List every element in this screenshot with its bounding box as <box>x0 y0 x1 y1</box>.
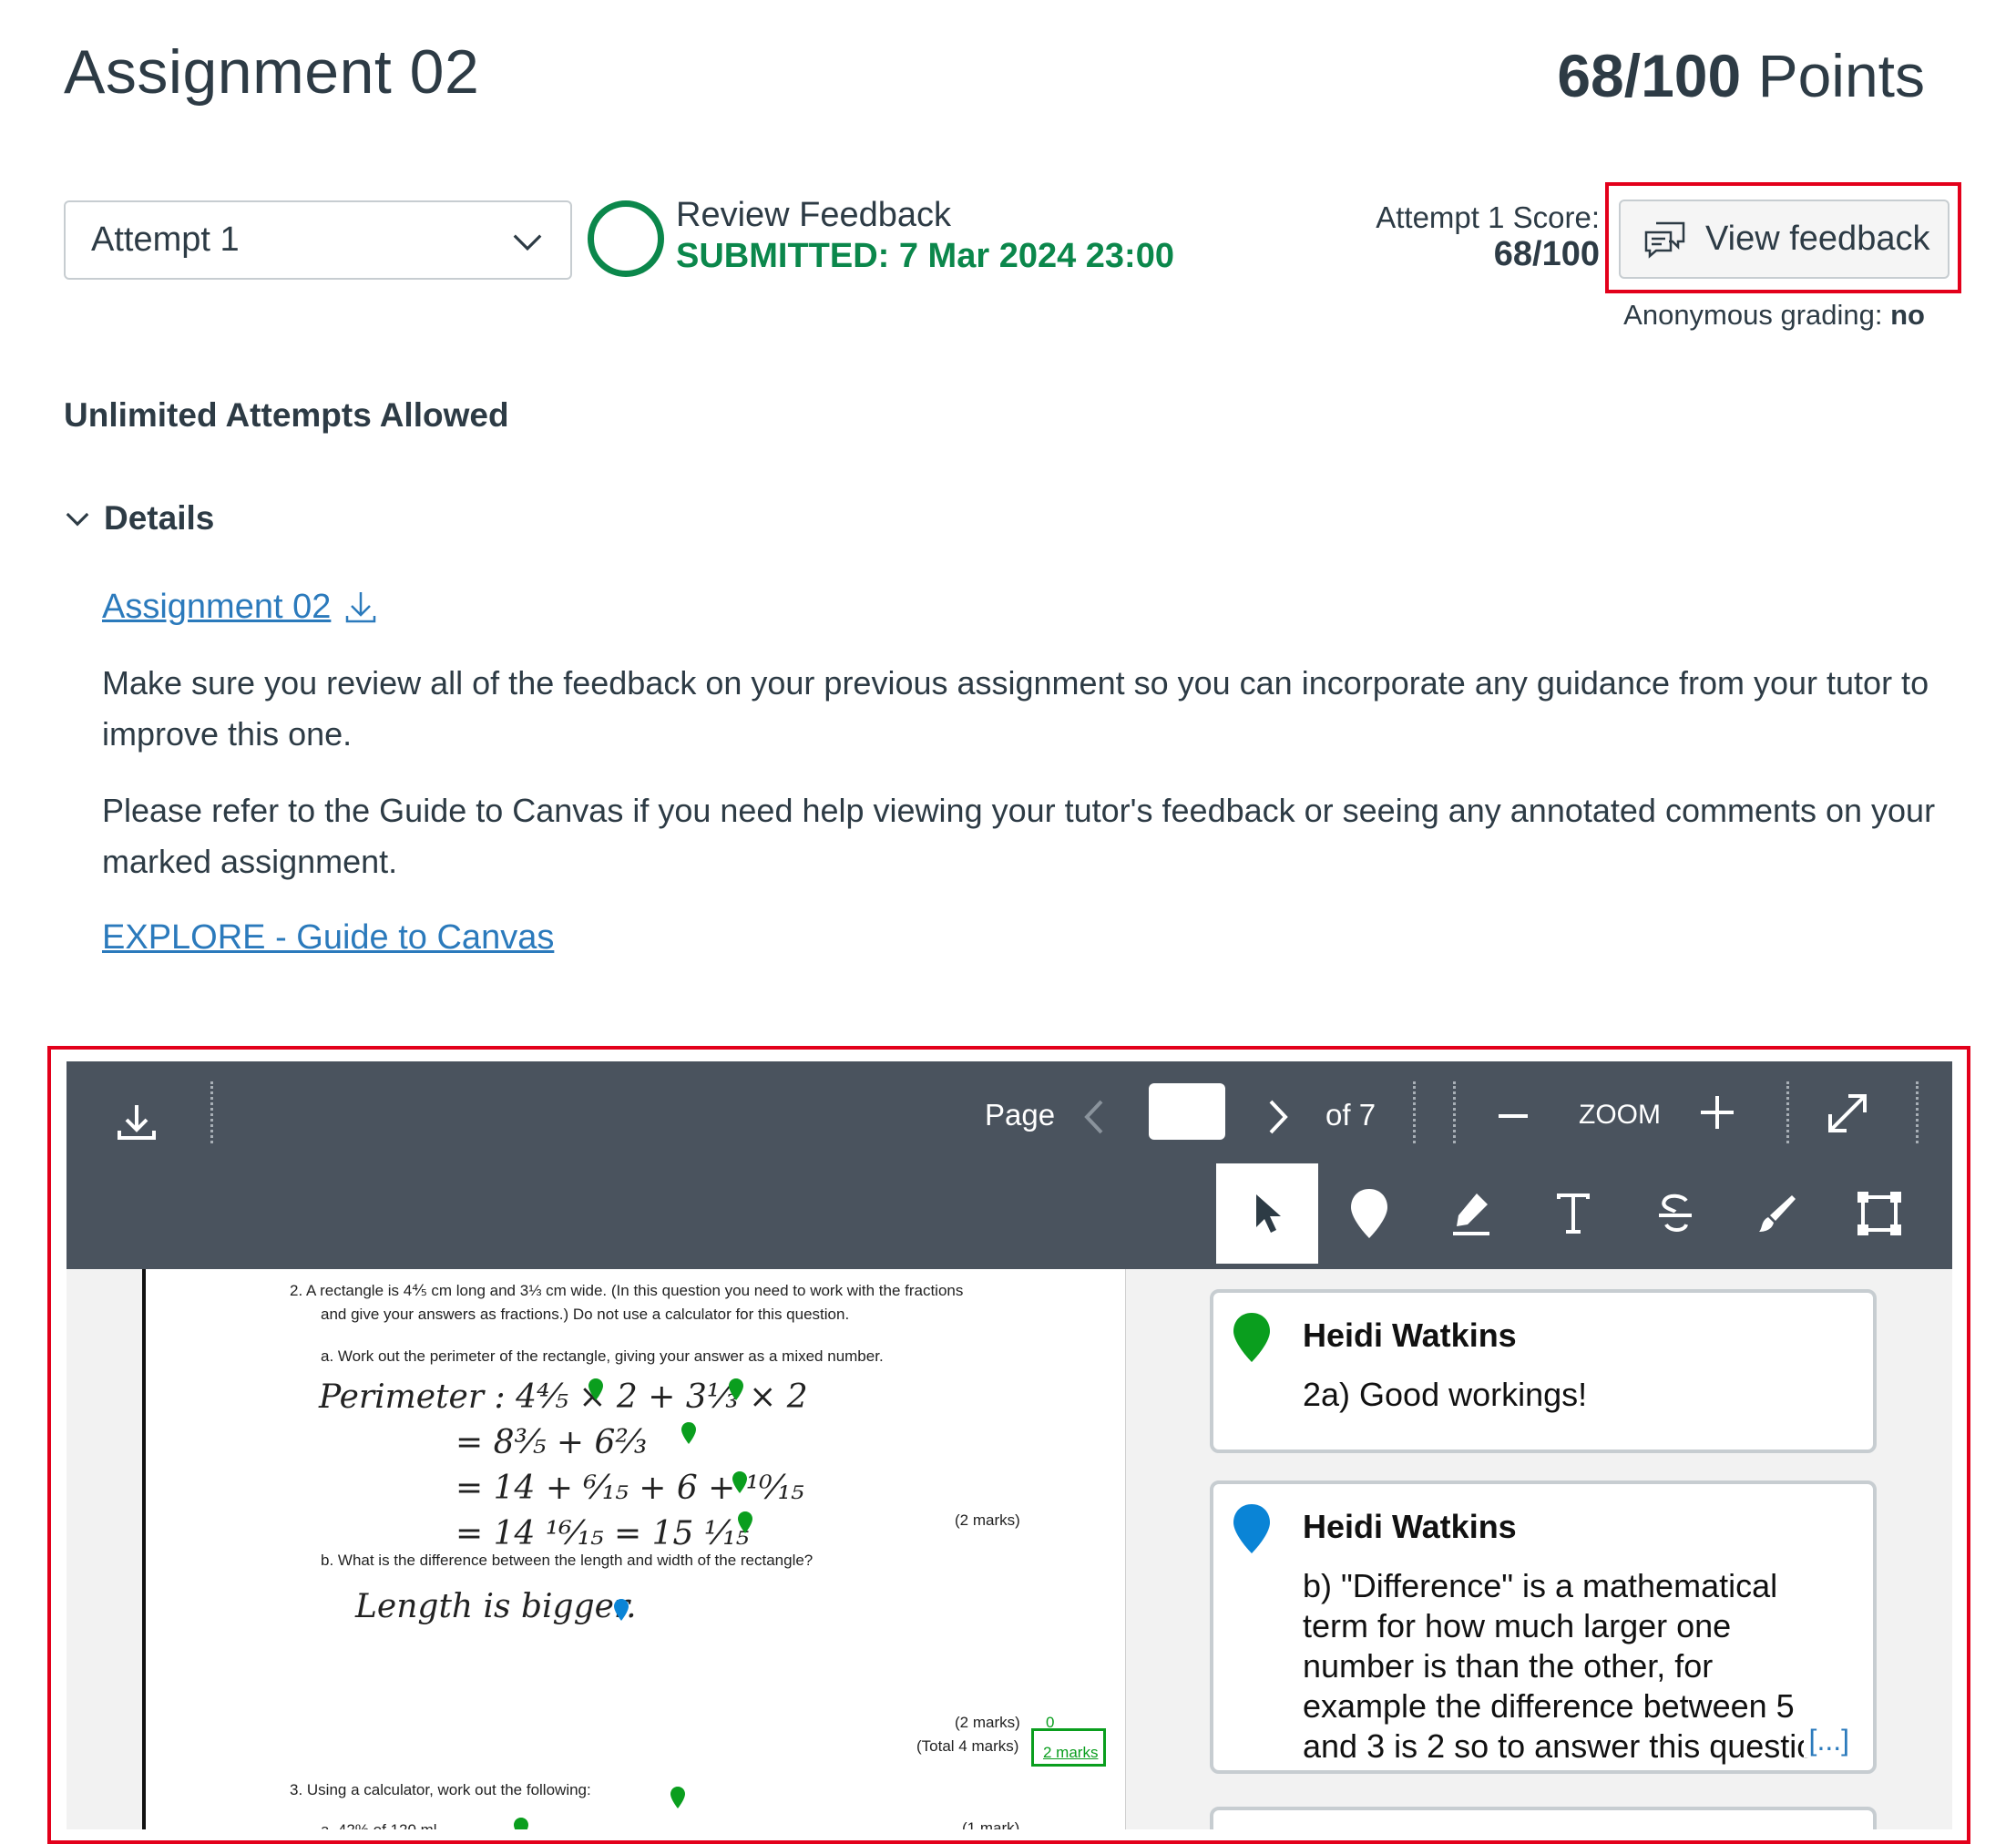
view-feedback-label: View feedback <box>1705 220 1930 258</box>
explore-guide-link[interactable]: EXPLORE - Guide to Canvas <box>102 918 554 958</box>
download-icon <box>346 591 376 622</box>
anonymous-grading: Anonymous grading: no <box>1623 299 1925 332</box>
points-unit: Points <box>1757 42 1925 109</box>
view-feedback-button[interactable]: View feedback <box>1619 200 1949 279</box>
points-score: 68/100 <box>1557 42 1742 109</box>
review-feedback-label: Review Feedback <box>676 196 952 234</box>
unlimited-attempts-label: Unlimited Attempts Allowed <box>64 396 509 434</box>
details-label: Details <box>104 499 215 537</box>
anonymous-grading-label: Anonymous grading: <box>1623 299 1883 331</box>
assignment-file-link-label: Assignment 02 <box>102 588 332 626</box>
attempt-select[interactable]: Attempt 1 <box>64 200 572 280</box>
attempt-select-value: Attempt 1 <box>91 220 240 259</box>
attempt-score-value: 68/100 <box>1493 235 1600 273</box>
feedback-comments-icon <box>1644 221 1685 259</box>
submitted-status: SUBMITTED: 7 Mar 2024 23:00 <box>676 237 1174 275</box>
submission-status-icon <box>588 200 664 277</box>
attempt-score-label: Attempt 1 Score: <box>1376 200 1600 234</box>
instructions-paragraph: Make sure you review all of the feedback… <box>102 664 1929 753</box>
details-toggle[interactable]: Details <box>64 499 214 538</box>
document-viewer-highlight <box>47 1046 1970 1844</box>
guide-paragraph: Please refer to the Guide to Canvas if y… <box>102 792 1936 880</box>
anonymous-grading-value: no <box>1890 299 1925 331</box>
chevron-down-icon <box>66 512 89 527</box>
page-title: Assignment 02 <box>64 37 480 107</box>
points-display: 68/100 Points <box>1557 41 1925 110</box>
assignment-file-link[interactable]: Assignment 02 <box>102 588 378 627</box>
chevron-down-icon <box>513 234 542 251</box>
